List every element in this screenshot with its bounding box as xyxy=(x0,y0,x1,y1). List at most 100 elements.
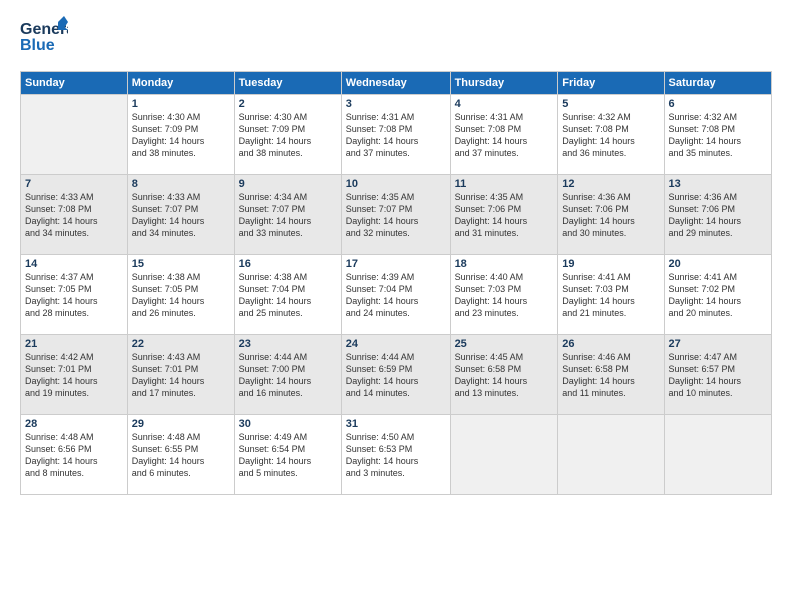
day-number: 18 xyxy=(455,258,554,270)
day-info: Sunrise: 4:32 AM Sunset: 7:08 PM Dayligh… xyxy=(669,111,767,160)
day-number: 4 xyxy=(455,98,554,110)
header: General Blue xyxy=(20,16,772,63)
day-info: Sunrise: 4:36 AM Sunset: 7:06 PM Dayligh… xyxy=(669,191,767,240)
calendar-cell: 25Sunrise: 4:45 AM Sunset: 6:58 PM Dayli… xyxy=(450,335,558,415)
calendar-cell xyxy=(450,415,558,495)
calendar-cell: 6Sunrise: 4:32 AM Sunset: 7:08 PM Daylig… xyxy=(664,95,771,175)
weekday-header-saturday: Saturday xyxy=(664,72,771,95)
day-number: 10 xyxy=(346,178,446,190)
calendar-cell: 26Sunrise: 4:46 AM Sunset: 6:58 PM Dayli… xyxy=(558,335,664,415)
calendar-cell: 21Sunrise: 4:42 AM Sunset: 7:01 PM Dayli… xyxy=(21,335,128,415)
calendar-cell: 8Sunrise: 4:33 AM Sunset: 7:07 PM Daylig… xyxy=(127,175,234,255)
day-number: 12 xyxy=(562,178,659,190)
day-number: 13 xyxy=(669,178,767,190)
day-info: Sunrise: 4:42 AM Sunset: 7:01 PM Dayligh… xyxy=(25,351,123,400)
day-info: Sunrise: 4:47 AM Sunset: 6:57 PM Dayligh… xyxy=(669,351,767,400)
day-info: Sunrise: 4:37 AM Sunset: 7:05 PM Dayligh… xyxy=(25,271,123,320)
calendar-cell: 2Sunrise: 4:30 AM Sunset: 7:09 PM Daylig… xyxy=(234,95,341,175)
calendar-cell: 31Sunrise: 4:50 AM Sunset: 6:53 PM Dayli… xyxy=(341,415,450,495)
day-number: 20 xyxy=(669,258,767,270)
calendar-week-row: 7Sunrise: 4:33 AM Sunset: 7:08 PM Daylig… xyxy=(21,175,772,255)
day-number: 15 xyxy=(132,258,230,270)
calendar-cell: 17Sunrise: 4:39 AM Sunset: 7:04 PM Dayli… xyxy=(341,255,450,335)
page: General Blue SundayMondayTuesdayWednesda… xyxy=(0,0,792,612)
day-number: 17 xyxy=(346,258,446,270)
day-info: Sunrise: 4:30 AM Sunset: 7:09 PM Dayligh… xyxy=(132,111,230,160)
calendar-cell: 11Sunrise: 4:35 AM Sunset: 7:06 PM Dayli… xyxy=(450,175,558,255)
day-number: 28 xyxy=(25,418,123,430)
day-info: Sunrise: 4:48 AM Sunset: 6:56 PM Dayligh… xyxy=(25,431,123,480)
calendar-week-row: 21Sunrise: 4:42 AM Sunset: 7:01 PM Dayli… xyxy=(21,335,772,415)
day-info: Sunrise: 4:44 AM Sunset: 6:59 PM Dayligh… xyxy=(346,351,446,400)
day-number: 5 xyxy=(562,98,659,110)
day-info: Sunrise: 4:50 AM Sunset: 6:53 PM Dayligh… xyxy=(346,431,446,480)
calendar-cell: 9Sunrise: 4:34 AM Sunset: 7:07 PM Daylig… xyxy=(234,175,341,255)
day-number: 23 xyxy=(239,338,337,350)
day-info: Sunrise: 4:35 AM Sunset: 7:06 PM Dayligh… xyxy=(455,191,554,240)
day-number: 26 xyxy=(562,338,659,350)
svg-text:Blue: Blue xyxy=(20,37,55,54)
day-number: 7 xyxy=(25,178,123,190)
calendar-cell: 19Sunrise: 4:41 AM Sunset: 7:03 PM Dayli… xyxy=(558,255,664,335)
calendar-cell xyxy=(21,95,128,175)
calendar-cell: 20Sunrise: 4:41 AM Sunset: 7:02 PM Dayli… xyxy=(664,255,771,335)
calendar-week-row: 28Sunrise: 4:48 AM Sunset: 6:56 PM Dayli… xyxy=(21,415,772,495)
day-number: 25 xyxy=(455,338,554,350)
day-number: 16 xyxy=(239,258,337,270)
calendar-week-row: 1Sunrise: 4:30 AM Sunset: 7:09 PM Daylig… xyxy=(21,95,772,175)
calendar-cell: 18Sunrise: 4:40 AM Sunset: 7:03 PM Dayli… xyxy=(450,255,558,335)
calendar-cell: 28Sunrise: 4:48 AM Sunset: 6:56 PM Dayli… xyxy=(21,415,128,495)
day-info: Sunrise: 4:35 AM Sunset: 7:07 PM Dayligh… xyxy=(346,191,446,240)
day-info: Sunrise: 4:43 AM Sunset: 7:01 PM Dayligh… xyxy=(132,351,230,400)
calendar-cell: 14Sunrise: 4:37 AM Sunset: 7:05 PM Dayli… xyxy=(21,255,128,335)
weekday-header-row: SundayMondayTuesdayWednesdayThursdayFrid… xyxy=(21,72,772,95)
calendar-cell: 30Sunrise: 4:49 AM Sunset: 6:54 PM Dayli… xyxy=(234,415,341,495)
day-info: Sunrise: 4:41 AM Sunset: 7:02 PM Dayligh… xyxy=(669,271,767,320)
day-info: Sunrise: 4:49 AM Sunset: 6:54 PM Dayligh… xyxy=(239,431,337,480)
calendar-week-row: 14Sunrise: 4:37 AM Sunset: 7:05 PM Dayli… xyxy=(21,255,772,335)
day-info: Sunrise: 4:45 AM Sunset: 6:58 PM Dayligh… xyxy=(455,351,554,400)
day-number: 1 xyxy=(132,98,230,110)
day-number: 6 xyxy=(669,98,767,110)
weekday-header-friday: Friday xyxy=(558,72,664,95)
calendar-cell: 24Sunrise: 4:44 AM Sunset: 6:59 PM Dayli… xyxy=(341,335,450,415)
calendar-cell: 29Sunrise: 4:48 AM Sunset: 6:55 PM Dayli… xyxy=(127,415,234,495)
day-info: Sunrise: 4:36 AM Sunset: 7:06 PM Dayligh… xyxy=(562,191,659,240)
calendar-cell xyxy=(664,415,771,495)
day-info: Sunrise: 4:41 AM Sunset: 7:03 PM Dayligh… xyxy=(562,271,659,320)
calendar-cell xyxy=(558,415,664,495)
weekday-header-tuesday: Tuesday xyxy=(234,72,341,95)
calendar-table: SundayMondayTuesdayWednesdayThursdayFrid… xyxy=(20,71,772,495)
day-number: 2 xyxy=(239,98,337,110)
day-info: Sunrise: 4:40 AM Sunset: 7:03 PM Dayligh… xyxy=(455,271,554,320)
day-info: Sunrise: 4:46 AM Sunset: 6:58 PM Dayligh… xyxy=(562,351,659,400)
day-number: 21 xyxy=(25,338,123,350)
day-number: 29 xyxy=(132,418,230,430)
day-number: 3 xyxy=(346,98,446,110)
day-number: 31 xyxy=(346,418,446,430)
logo: General Blue xyxy=(20,16,68,63)
calendar-cell: 15Sunrise: 4:38 AM Sunset: 7:05 PM Dayli… xyxy=(127,255,234,335)
day-info: Sunrise: 4:38 AM Sunset: 7:05 PM Dayligh… xyxy=(132,271,230,320)
day-number: 30 xyxy=(239,418,337,430)
day-number: 11 xyxy=(455,178,554,190)
day-number: 24 xyxy=(346,338,446,350)
logo-icon: General Blue xyxy=(20,16,68,58)
day-info: Sunrise: 4:48 AM Sunset: 6:55 PM Dayligh… xyxy=(132,431,230,480)
calendar-cell: 5Sunrise: 4:32 AM Sunset: 7:08 PM Daylig… xyxy=(558,95,664,175)
day-number: 22 xyxy=(132,338,230,350)
calendar-cell: 4Sunrise: 4:31 AM Sunset: 7:08 PM Daylig… xyxy=(450,95,558,175)
calendar-cell: 13Sunrise: 4:36 AM Sunset: 7:06 PM Dayli… xyxy=(664,175,771,255)
calendar-cell: 7Sunrise: 4:33 AM Sunset: 7:08 PM Daylig… xyxy=(21,175,128,255)
calendar-cell: 10Sunrise: 4:35 AM Sunset: 7:07 PM Dayli… xyxy=(341,175,450,255)
calendar-cell: 27Sunrise: 4:47 AM Sunset: 6:57 PM Dayli… xyxy=(664,335,771,415)
day-number: 9 xyxy=(239,178,337,190)
calendar-cell: 1Sunrise: 4:30 AM Sunset: 7:09 PM Daylig… xyxy=(127,95,234,175)
day-info: Sunrise: 4:31 AM Sunset: 7:08 PM Dayligh… xyxy=(346,111,446,160)
day-info: Sunrise: 4:44 AM Sunset: 7:00 PM Dayligh… xyxy=(239,351,337,400)
day-number: 8 xyxy=(132,178,230,190)
weekday-header-thursday: Thursday xyxy=(450,72,558,95)
calendar-cell: 16Sunrise: 4:38 AM Sunset: 7:04 PM Dayli… xyxy=(234,255,341,335)
day-info: Sunrise: 4:38 AM Sunset: 7:04 PM Dayligh… xyxy=(239,271,337,320)
day-number: 14 xyxy=(25,258,123,270)
